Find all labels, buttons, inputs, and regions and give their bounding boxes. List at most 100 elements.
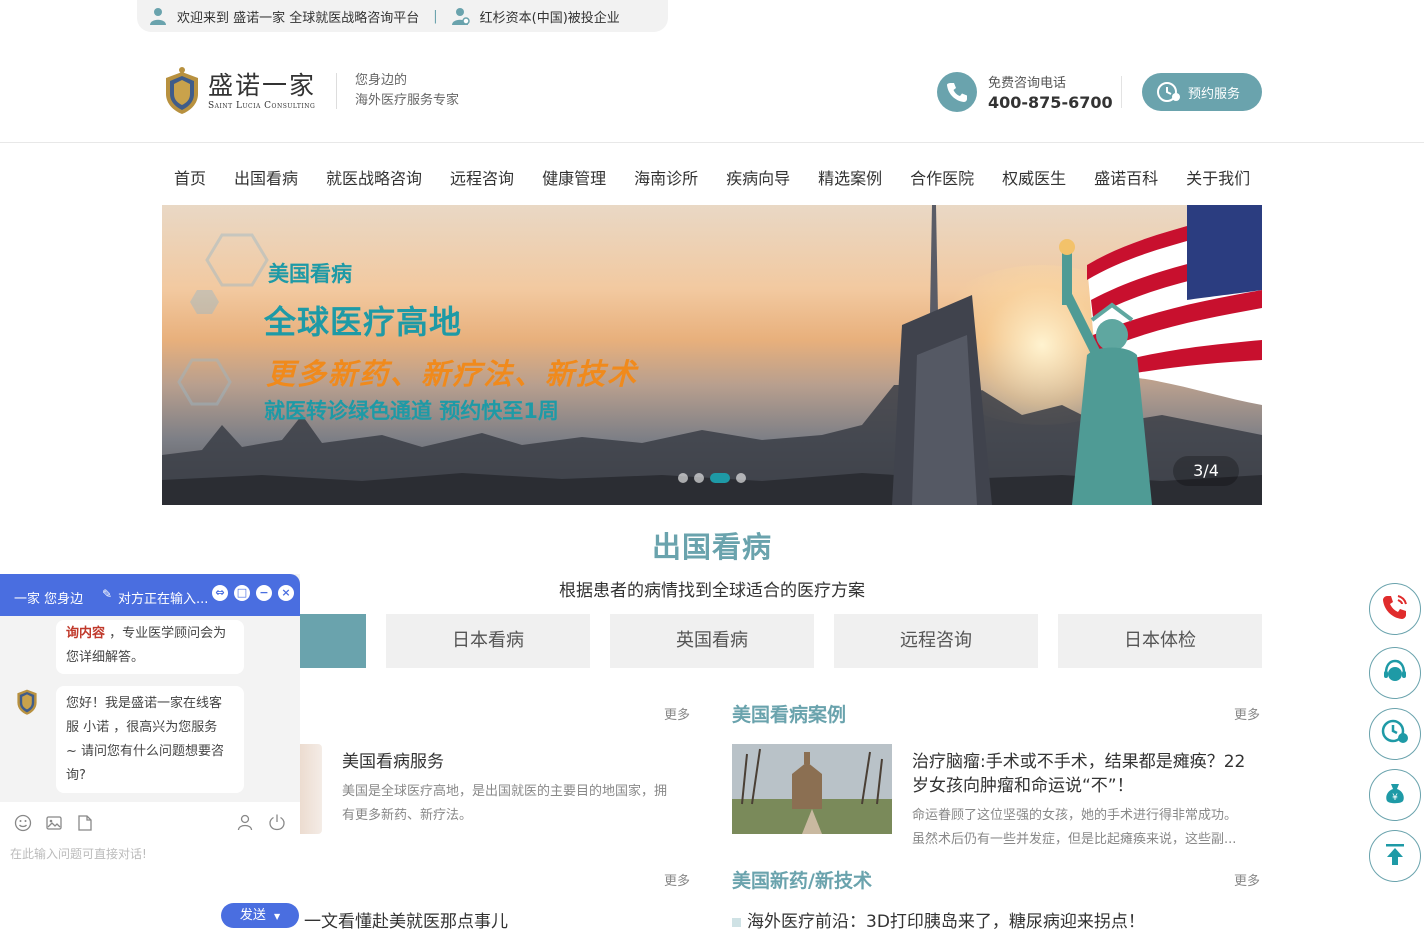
more-link[interactable]: 更多	[1234, 704, 1260, 723]
nav-item-cases[interactable]: 精选案例	[818, 165, 882, 189]
case-desc-line-1: 命运眷顾了这位坚强的女孩，她的手术进行得非常成功。	[912, 808, 1238, 823]
chat-header[interactable]: 一家 您身边 ✎ 对方正在输入... ⇔ □ − ×	[0, 574, 300, 616]
emoji-icon[interactable]	[14, 814, 32, 836]
logo-english-name: Saint Lucia Consulting	[208, 101, 316, 111]
chat-input[interactable]: 在此输入问题可直接对话!	[10, 845, 147, 862]
statue-of-liberty-image	[1059, 239, 1152, 505]
headset-icon	[1381, 657, 1409, 689]
drug-article-title[interactable]: 海外医疗前沿：3D打印胰岛来了，糖尿病迎来拐点！	[747, 910, 1145, 934]
logo-emblem-icon	[162, 66, 202, 116]
header-divider	[1121, 76, 1122, 108]
nav-item-hainan[interactable]: 海南诊所	[634, 165, 698, 189]
banner-dot[interactable]	[678, 473, 688, 483]
pencil-icon: ✎	[102, 587, 113, 601]
more-link[interactable]: 更多	[664, 704, 690, 723]
main-nav: 首页 出国看病 就医战略咨询 远程咨询 健康管理 海南诊所 疾病向导 精选案例 …	[174, 165, 1278, 189]
float-cost-button[interactable]: ¥	[1369, 769, 1421, 821]
nav-item-health[interactable]: 健康管理	[542, 165, 606, 189]
case-title-line-2[interactable]: 岁女孩向肿瘤和命运说“不”！	[912, 774, 1134, 798]
book-service-label: 预约服务	[1188, 86, 1241, 102]
file-icon[interactable]	[76, 814, 94, 836]
chat-message-text: ~ 请问您有什么问题想要咨	[66, 744, 225, 759]
nav-item-disease[interactable]: 疾病向导	[726, 165, 790, 189]
hotline: 免费咨询电话 400-875-6700	[937, 72, 1113, 112]
chat-message-text: 询?	[66, 768, 86, 783]
skyscraper-image	[892, 205, 992, 505]
banner-subline: 就医转诊绿色通道 预约快至1周	[264, 399, 559, 423]
welcome-text: 欢迎来到 盛诺一家 全球就医战略咨询平台	[177, 10, 420, 26]
case-thumbnail-image[interactable]	[732, 744, 892, 834]
tab-japan-checkup[interactable]: 日本体检	[1058, 614, 1262, 668]
agent-avatar	[14, 686, 40, 720]
tab-remote[interactable]: 远程咨询	[834, 614, 1038, 668]
service-desc-line-1: 美国是全球医疗高地，是出国就医的主要目的地国家，拥	[342, 784, 668, 799]
banner-headline: 全球医疗高地	[264, 303, 463, 341]
more-link[interactable]: 更多	[1234, 870, 1260, 889]
header-rule	[0, 142, 1424, 143]
send-label: 发送	[239, 908, 266, 923]
logo-chinese-name: 盛诺一家	[208, 71, 317, 100]
cases-title: 美国看病案例	[732, 704, 847, 726]
banner-dots	[678, 473, 746, 483]
send-button[interactable]: 发送 ▼	[221, 903, 299, 928]
minimize-icon[interactable]: −	[256, 585, 272, 601]
section-title: 出国看病	[651, 530, 772, 564]
top-bar: 欢迎来到 盛诺一家 全球就医战略咨询平台 | 红杉资本(中国)被投企业	[137, 0, 668, 32]
nav-item-strategy[interactable]: 就医战略咨询	[326, 165, 422, 189]
investor-text: 红杉资本(中国)被投企业	[479, 10, 620, 26]
banner-highlight: 更多新药、新疗法、新技术	[266, 357, 639, 391]
calendar-icon	[1380, 717, 1410, 751]
case-desc-line-2: 虽然术后仍有一些并发症，但是比起瘫痪来说，这些副...	[912, 832, 1237, 847]
chat-message-text: 您详细解答。	[66, 650, 145, 665]
chat-status: 对方正在输入...	[118, 592, 209, 607]
service-title[interactable]: 美国看病服务	[342, 750, 444, 774]
nav-item-home[interactable]: 首页	[174, 165, 206, 189]
doctor-icon	[451, 7, 470, 25]
slogan-line-2: 海外医疗服务专家	[355, 93, 460, 108]
phone-icon	[937, 72, 977, 112]
user-icon	[149, 7, 167, 25]
chat-message-text: 您好！我是盛诺一家在线客	[66, 696, 223, 711]
article-title[interactable]: 一文看懂赴美就医那点事儿	[304, 910, 508, 934]
calendar-user-icon	[1156, 79, 1182, 105]
topbar-separator: |	[433, 8, 438, 24]
phone-label: 免费咨询电话	[988, 76, 1067, 91]
site-logo[interactable]: 盛诺一家 Saint Lucia Consulting 您身边的 海外医疗服务专…	[162, 66, 459, 116]
money-bag-icon: ¥	[1382, 780, 1408, 810]
list-bullet	[732, 918, 741, 927]
chevron-down-icon: ▼	[274, 912, 281, 921]
person-icon[interactable]	[236, 813, 254, 835]
chat-widget: 一家 您身边 ✎ 对方正在输入... ⇔ □ − × 询内容 ，专业医学顾问会为…	[0, 574, 300, 802]
banner-tag: 美国看病	[268, 262, 352, 286]
banner-dot-active[interactable]	[710, 473, 730, 483]
close-icon[interactable]: ×	[278, 585, 294, 601]
banner-dot[interactable]	[736, 473, 746, 483]
float-booking-button[interactable]	[1369, 708, 1421, 760]
tab-japan[interactable]: 日本看病	[386, 614, 590, 668]
image-icon[interactable]	[45, 814, 63, 836]
banner-dot[interactable]	[694, 473, 704, 483]
case-title-line-1[interactable]: 治疗脑瘤:手术或不手术，结果都是瘫痪？22	[912, 750, 1245, 774]
logo-divider	[336, 73, 338, 109]
restore-icon[interactable]: □	[234, 585, 250, 601]
chat-message: 询内容 ，专业医学顾问会为 您详细解答。	[56, 620, 244, 674]
float-consult-button[interactable]	[1369, 647, 1421, 699]
back-to-top-button[interactable]	[1369, 830, 1421, 882]
nav-item-hospitals[interactable]: 合作医院	[910, 165, 974, 189]
svg-text:¥: ¥	[1392, 793, 1398, 803]
nav-item-wiki[interactable]: 盛诺百科	[1094, 165, 1158, 189]
banner-pager: 3/4	[1173, 456, 1239, 486]
nav-item-overseas[interactable]: 出国看病	[234, 165, 298, 189]
tab-uk[interactable]: 英国看病	[610, 614, 814, 668]
book-service-button[interactable]: 预约服务	[1142, 73, 1262, 111]
power-icon[interactable]	[268, 813, 286, 835]
phone-number: 400-875-6700	[988, 93, 1113, 112]
nav-item-remote[interactable]: 远程咨询	[450, 165, 514, 189]
float-phone-button[interactable]	[1369, 583, 1421, 635]
hero-banner[interactable]: 美国看病 全球医疗高地 更多新药、新疗法、新技术 就医转诊绿色通道 预约快至1周…	[162, 205, 1262, 505]
more-link[interactable]: 更多	[664, 870, 690, 889]
transfer-icon[interactable]: ⇔	[212, 585, 228, 601]
nav-item-doctors[interactable]: 权威医生	[1002, 165, 1066, 189]
chat-header-title: 一家 您身边	[14, 592, 84, 607]
nav-item-about[interactable]: 关于我们	[1186, 165, 1250, 189]
